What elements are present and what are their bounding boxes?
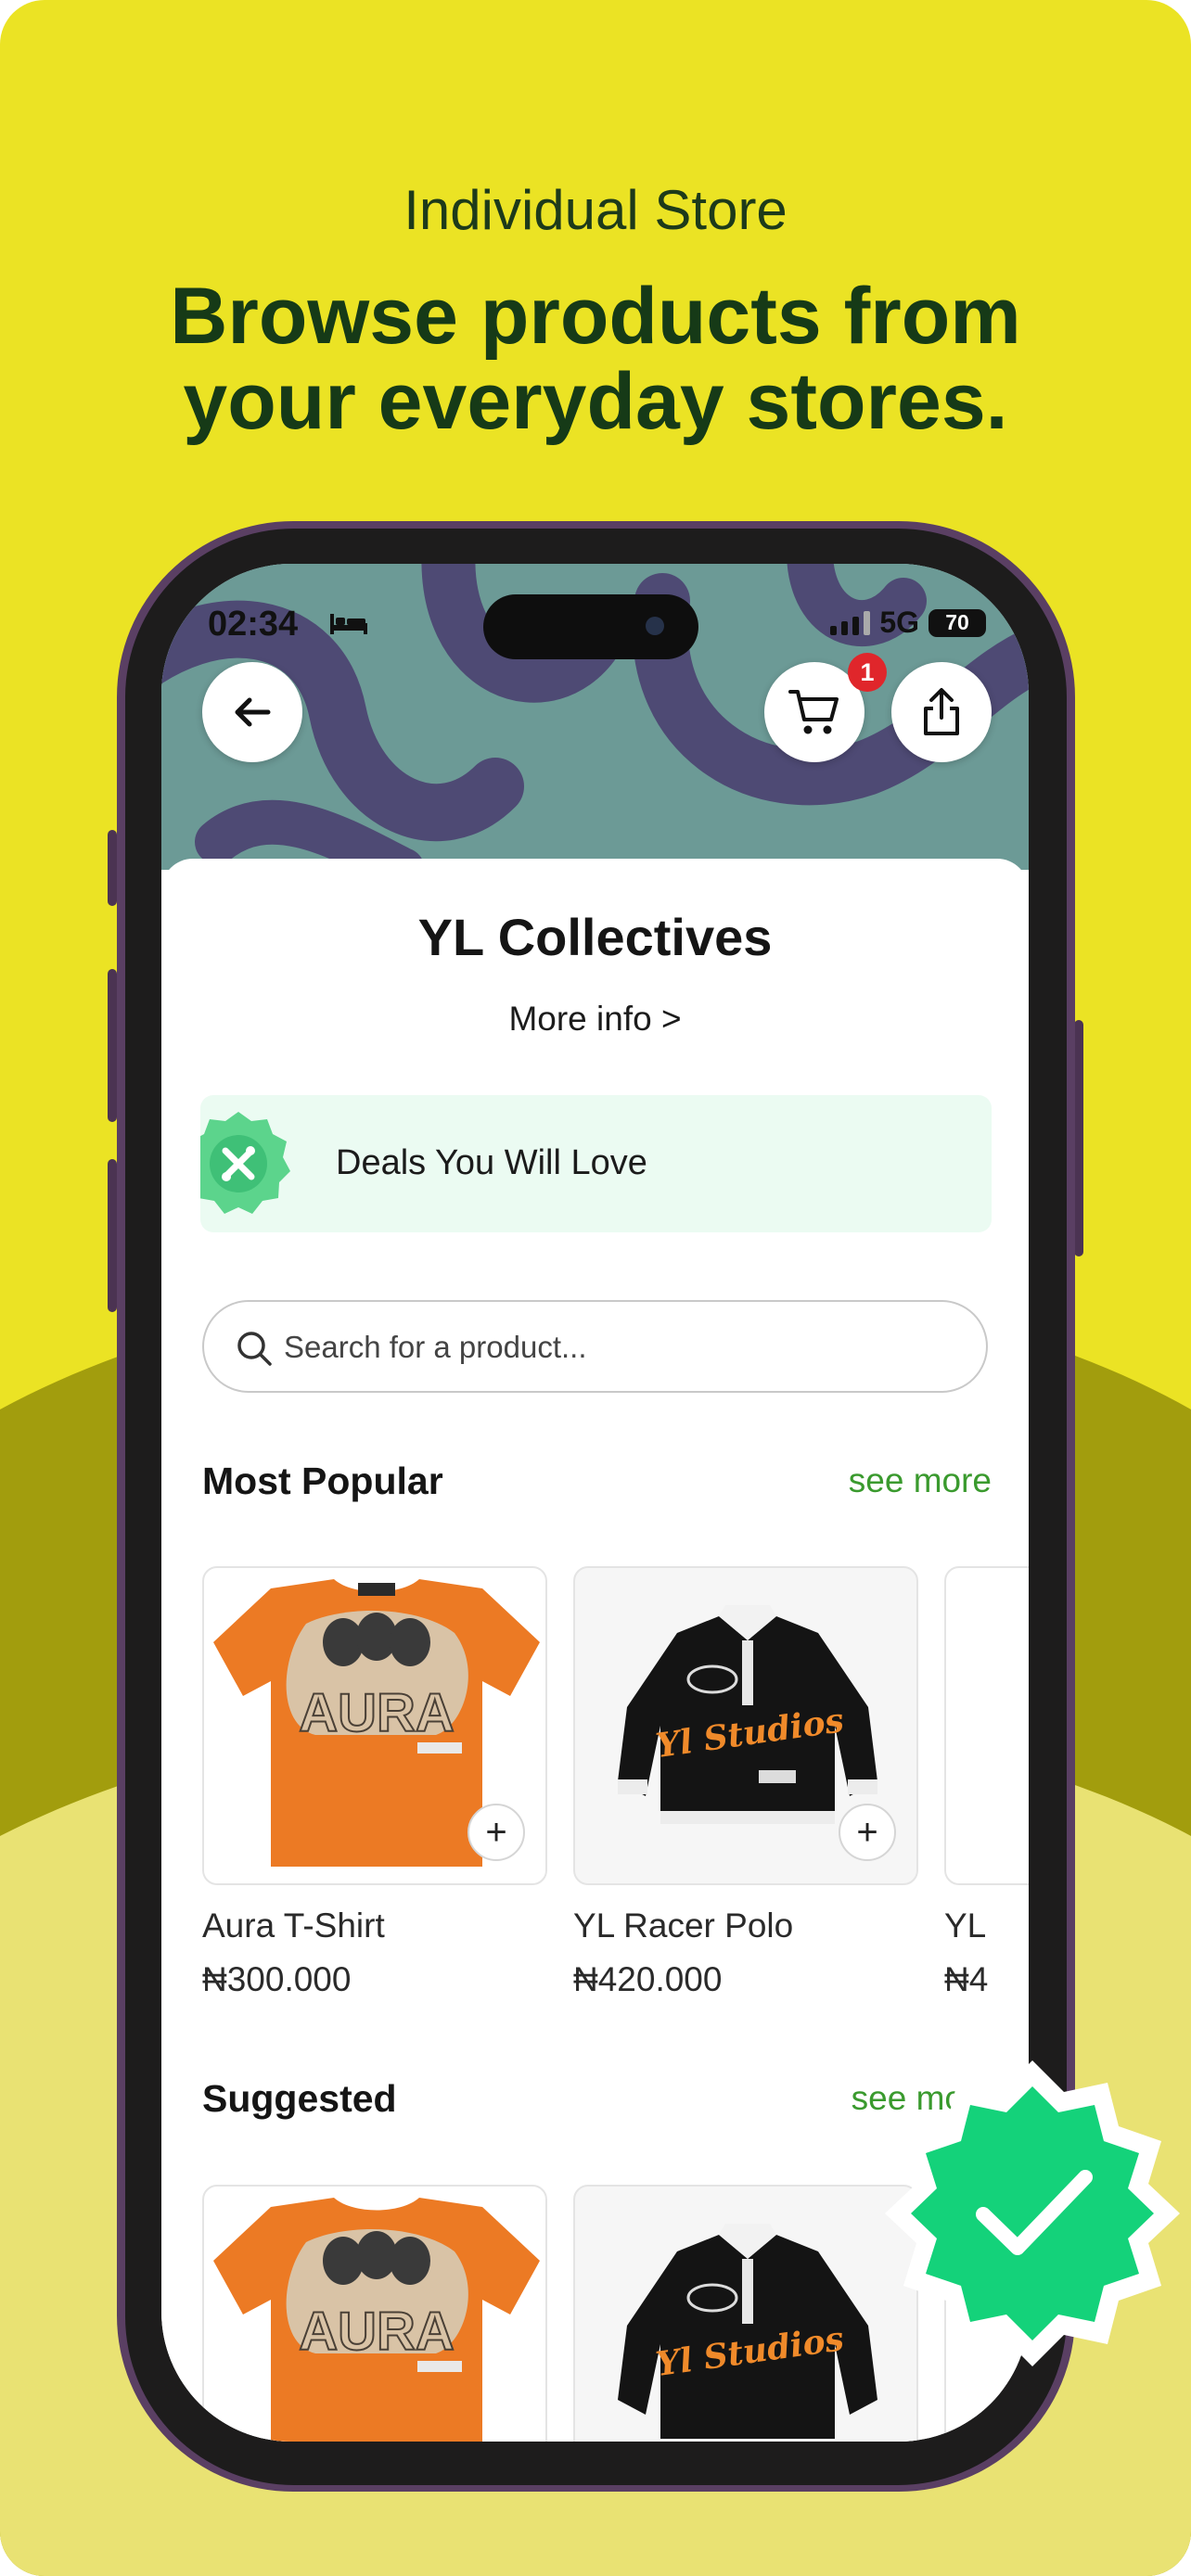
yl-racer-polo-image: Yl Studios (618, 2224, 877, 2439)
most-popular-see-more[interactable]: see more (849, 1461, 992, 1500)
aura-tshirt-image: AURA (213, 2198, 540, 2442)
product-price: ₦420.000 (573, 1960, 723, 1998)
most-popular-title: Most Popular (202, 1460, 443, 1502)
product-name: YL Racer Polo (573, 1906, 794, 1945)
status-indicators: 5G 70 (830, 606, 986, 640)
sleep-focus-icon (330, 614, 367, 634)
phone-volume-down (108, 1159, 117, 1312)
network-type: 5G (879, 606, 919, 639)
product-card-yl-racer-polo[interactable]: Yl Studios (573, 2185, 918, 2442)
promo-title-line-2: your everyday stores. (183, 357, 1008, 446)
deals-banner[interactable]: Deals You Will Love (200, 1095, 992, 1232)
back-button[interactable] (202, 662, 302, 762)
cart-icon (788, 690, 839, 734)
verified-check-icon (885, 2060, 1180, 2366)
discount-badge-icon (200, 1112, 290, 1214)
search-placeholder: Search for a product... (284, 1330, 587, 1364)
svg-text:AURA: AURA (299, 1683, 455, 1743)
cellular-signal-icon (830, 610, 871, 635)
phone-power-button (1074, 1020, 1083, 1256)
search-icon (237, 1332, 272, 1366)
cart-badge: 1 (848, 653, 887, 692)
add-to-cart-button[interactable]: + (467, 1804, 525, 1861)
dynamic-island (483, 594, 698, 659)
store-name: YL Collectives (417, 908, 773, 966)
share-icon (924, 688, 959, 735)
product-card-aura-tshirt[interactable]: AURA (202, 2185, 547, 2442)
product-search-input[interactable]: Search for a product... (202, 1300, 988, 1393)
share-button[interactable] (891, 662, 992, 762)
phone-silent-switch (108, 830, 117, 906)
suggested-title: Suggested (202, 2077, 397, 2120)
promo-title: Browse products from your everyday store… (0, 274, 1191, 444)
phone-volume-up (108, 969, 117, 1122)
product-name: Aura T-Shirt (202, 1906, 385, 1945)
cart-button[interactable]: 1 (764, 653, 887, 762)
svg-text:AURA: AURA (299, 2302, 455, 2362)
deals-banner-label: Deals You Will Love (336, 1143, 647, 1182)
promo-subtitle: Individual Store (403, 179, 788, 241)
promo-title-line-1: Browse products from (170, 272, 1021, 361)
product-name: YL (944, 1906, 987, 1945)
product-card-partial[interactable] (944, 1566, 1029, 1885)
status-time: 02:34 (208, 605, 299, 644)
product-card-yl-racer-polo[interactable]: Yl Studios + (573, 1566, 918, 1885)
battery-icon: 70 (928, 608, 986, 637)
product-price: ₦4 (944, 1960, 989, 1998)
front-camera (646, 617, 664, 635)
arrow-left-icon (235, 697, 271, 727)
more-info-link[interactable]: More info > (161, 1000, 1029, 1039)
product-card-aura-tshirt[interactable]: AURA + (202, 1566, 547, 1885)
product-price: ₦300.000 (202, 1960, 352, 1998)
battery-level: 70 (945, 610, 969, 634)
add-to-cart-button[interactable]: + (839, 1804, 896, 1861)
